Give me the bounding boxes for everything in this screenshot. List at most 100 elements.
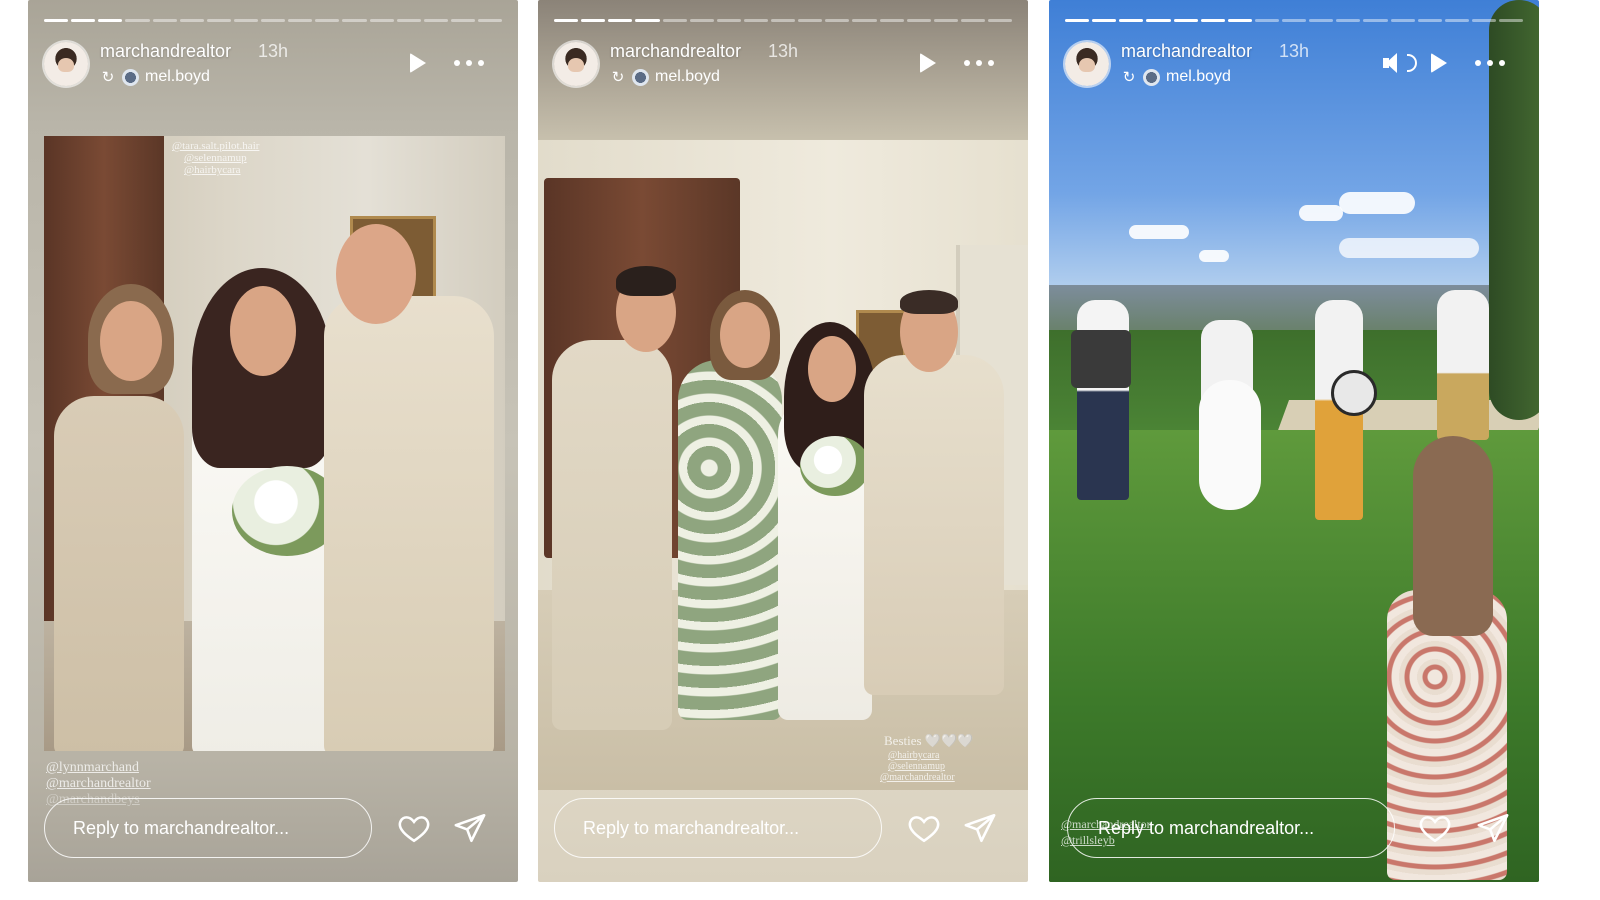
progress-segment (206, 19, 231, 22)
progress-segment (1471, 19, 1496, 22)
story-tag[interactable]: @marchandrealtor (46, 776, 151, 792)
progress-segment (369, 19, 394, 22)
progress-segment (396, 19, 421, 22)
story-tag[interactable]: @selennamup (888, 761, 945, 772)
progress-segment (233, 19, 258, 22)
reposter-avatar (1143, 68, 1160, 86)
story-header: marchandrealtor 13h ↻ mel.boyd (554, 38, 1012, 90)
play-icon[interactable] (404, 50, 430, 76)
progress-segment (1200, 19, 1225, 22)
story-progress-bar (1065, 19, 1524, 22)
photo-tag[interactable]: @selennamup (184, 152, 247, 164)
repost-icon: ↻ (1122, 69, 1136, 86)
story-caption: Besties 🤍🤍🤍 (884, 733, 974, 748)
progress-segment (315, 19, 340, 22)
progress-segment (743, 19, 768, 22)
progress-segment (1444, 19, 1469, 22)
reply-input[interactable]: Reply to marchandrealtor... (1067, 798, 1395, 858)
reposter-username[interactable]: mel.boyd (655, 68, 720, 86)
story-username[interactable]: marchandrealtor (610, 41, 741, 62)
progress-segment (1146, 19, 1171, 22)
repost-icon: ↻ (101, 69, 115, 86)
heart-icon[interactable] (906, 811, 942, 845)
story-tag[interactable]: @lynnmarchand (46, 760, 139, 776)
progress-segment (879, 19, 904, 22)
progress-segment (906, 19, 931, 22)
reposter-avatar (632, 68, 649, 86)
profile-avatar[interactable] (554, 42, 598, 86)
reposter-username[interactable]: mel.boyd (145, 68, 210, 86)
send-icon[interactable] (1475, 811, 1511, 845)
story-panel-2[interactable]: marchandrealtor 13h ↻ mel.boyd Besties 🤍… (538, 0, 1028, 882)
progress-segment (152, 19, 177, 22)
progress-segment (342, 19, 367, 22)
story-header: marchandrealtor 13h ↻ mel.boyd (1065, 38, 1523, 90)
progress-segment (44, 19, 69, 22)
story-panel-3[interactable]: marchandrealtor 13h ↻ mel.boyd @marchand… (1049, 0, 1539, 882)
progress-segment (179, 19, 204, 22)
progress-segment (450, 19, 475, 22)
send-icon[interactable] (962, 811, 998, 845)
sound-on-icon[interactable] (1381, 50, 1407, 76)
story-header: marchandrealtor 13h ↻ mel.boyd (44, 38, 502, 90)
repost-attribution[interactable]: ↻ mel.boyd (100, 67, 210, 87)
repost-attribution[interactable]: ↻ mel.boyd (610, 67, 720, 87)
progress-segment (662, 19, 687, 22)
progress-segment (125, 19, 150, 22)
repost-icon: ↻ (611, 69, 625, 86)
progress-segment (933, 19, 958, 22)
progress-segment (852, 19, 877, 22)
progress-segment (71, 19, 96, 22)
progress-segment (1309, 19, 1334, 22)
reposter-username[interactable]: mel.boyd (1166, 68, 1231, 86)
reply-input[interactable]: Reply to marchandrealtor... (44, 798, 372, 858)
story-progress-bar (44, 19, 503, 22)
progress-segment (1227, 19, 1252, 22)
progress-segment (554, 19, 579, 22)
more-icon[interactable] (454, 50, 486, 76)
progress-segment (716, 19, 741, 22)
progress-segment (960, 19, 985, 22)
progress-segment (771, 19, 796, 22)
profile-avatar[interactable] (44, 42, 88, 86)
repost-attribution[interactable]: ↻ mel.boyd (1121, 67, 1231, 87)
progress-segment (261, 19, 286, 22)
progress-segment (1282, 19, 1307, 22)
progress-segment (1254, 19, 1279, 22)
progress-segment (581, 19, 606, 22)
progress-segment (1119, 19, 1144, 22)
story-tag[interactable]: @marchandrealtor (880, 772, 955, 783)
more-icon[interactable] (1475, 50, 1507, 76)
progress-segment (1092, 19, 1117, 22)
story-tag[interactable]: @hairbycara (888, 750, 939, 761)
send-icon[interactable] (452, 811, 488, 845)
reply-input[interactable]: Reply to marchandrealtor... (554, 798, 882, 858)
reposter-avatar (122, 68, 139, 86)
progress-segment (1499, 19, 1524, 22)
progress-segment (1417, 19, 1442, 22)
progress-segment (1336, 19, 1361, 22)
story-panel-1[interactable]: marchandrealtor 13h ↻ mel.boyd @tara.sal… (28, 0, 518, 882)
story-username[interactable]: marchandrealtor (1121, 41, 1252, 62)
progress-segment (1363, 19, 1388, 22)
progress-segment (423, 19, 448, 22)
more-icon[interactable] (964, 50, 996, 76)
heart-icon[interactable] (1417, 811, 1453, 845)
progress-segment (825, 19, 850, 22)
progress-segment (635, 19, 660, 22)
progress-segment (478, 19, 503, 22)
story-username[interactable]: marchandrealtor (100, 41, 231, 62)
progress-segment (1173, 19, 1198, 22)
play-icon[interactable] (914, 50, 940, 76)
heart-icon[interactable] (396, 811, 432, 845)
play-icon[interactable] (1425, 50, 1451, 76)
progress-segment (689, 19, 714, 22)
photo-tag[interactable]: @hairbycara (184, 164, 241, 176)
story-timestamp: 13h (258, 41, 289, 61)
profile-avatar[interactable] (1065, 42, 1109, 86)
photo-tag[interactable]: @tara.salt.pilot.hair (172, 140, 259, 152)
progress-segment (1065, 19, 1090, 22)
progress-segment (98, 19, 123, 22)
sound-waves-icon (1407, 54, 1417, 72)
story-progress-bar (554, 19, 1013, 22)
